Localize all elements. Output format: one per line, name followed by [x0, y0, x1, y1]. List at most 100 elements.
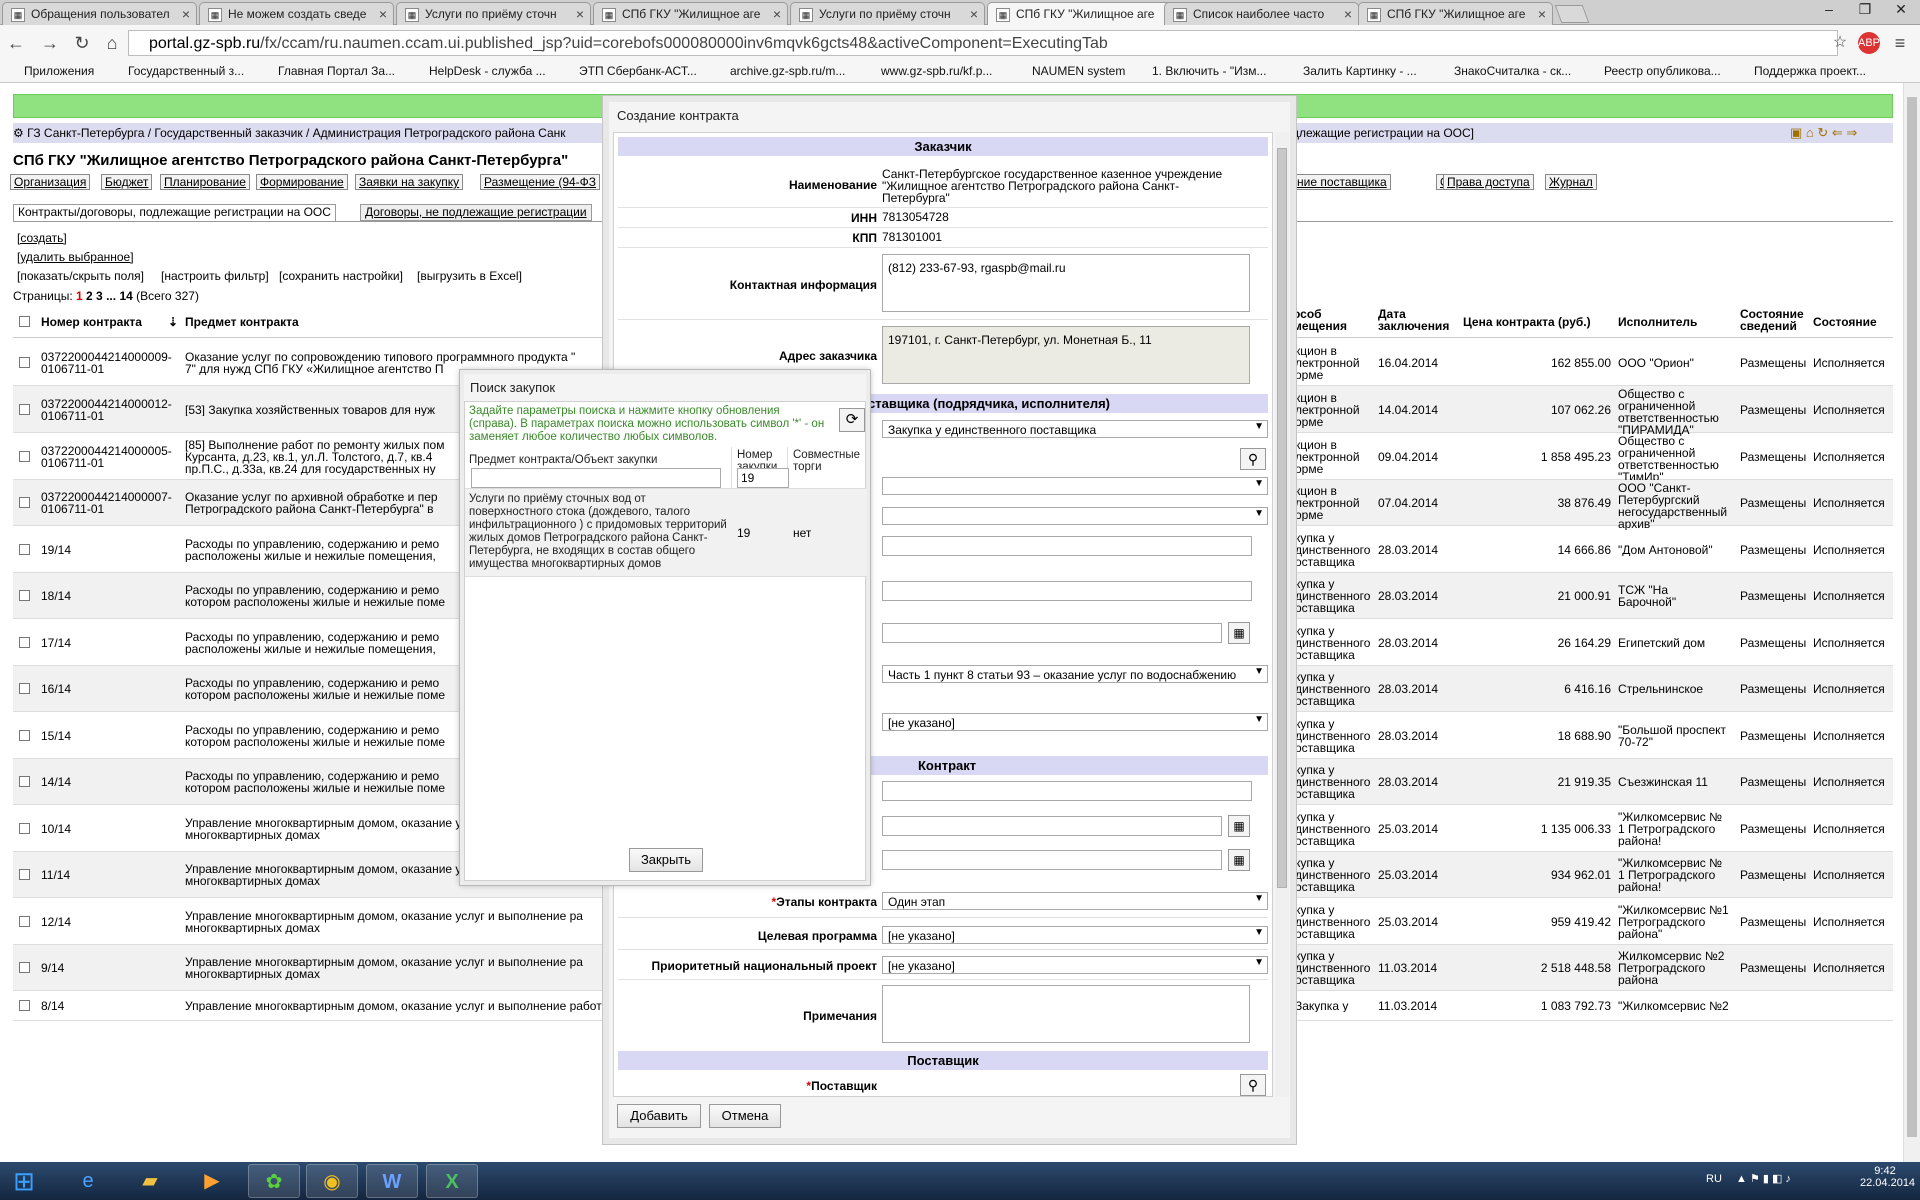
tab-contracts-non-oos[interactable]: Договоры, не подлежащие регистрации	[360, 204, 592, 221]
chrome-icon[interactable]: ◉	[306, 1164, 358, 1198]
menu-supplier[interactable]: ние поставщика	[1293, 174, 1391, 190]
scrollbar-thumb[interactable]	[1277, 148, 1287, 888]
row-checkbox[interactable]	[19, 683, 30, 694]
browser-tab-6[interactable]: ▦СПб ГКУ "Жилищное аге×	[987, 2, 1182, 26]
reload-icon[interactable]: ↻	[70, 31, 94, 55]
tray-icons[interactable]: ▲ ⚑ ▮ ◧ ♪	[1736, 1172, 1791, 1185]
bookmark-item[interactable]: Приложения	[8, 64, 94, 78]
page-scrollbar[interactable]	[1903, 83, 1920, 1162]
bookmark-item[interactable]: archive.gz-spb.ru/m...	[714, 64, 845, 78]
calendar-icon[interactable]: ▦	[1228, 622, 1250, 644]
word-icon[interactable]: W	[366, 1164, 418, 1198]
browser-tab-4[interactable]: ▦ СПб ГКУ "Жилищное аге ×	[593, 2, 788, 25]
close-tab-icon[interactable]: ×	[379, 6, 387, 22]
close-tab-icon[interactable]: ×	[1344, 6, 1352, 22]
ie-icon[interactable]: e	[62, 1164, 114, 1198]
browser-tab-2[interactable]: ▦ Не можем создать сведе ×	[199, 2, 394, 25]
text-input[interactable]	[882, 536, 1252, 556]
menu-budget[interactable]: Бюджет	[101, 174, 153, 190]
bookmark-item[interactable]: Залить Картинку - ...	[1287, 64, 1417, 78]
row-checkbox[interactable]	[19, 776, 30, 787]
col-price[interactable]: Цена контракта (руб.)	[1463, 316, 1591, 328]
export-excel-link[interactable]: [выгрузить в Excel]	[417, 269, 522, 283]
close-tab-icon[interactable]: ×	[576, 6, 584, 22]
number-search-input[interactable]	[737, 468, 789, 488]
close-tab-icon[interactable]: ×	[773, 6, 781, 22]
col-method[interactable]: особ мещения	[1293, 308, 1347, 332]
row-checkbox[interactable]	[19, 356, 30, 368]
text-input[interactable]	[882, 781, 1252, 801]
back-icon[interactable]: ←	[4, 31, 28, 55]
cancel-button[interactable]: Отмена	[709, 1104, 781, 1128]
bookmark-item[interactable]: Главная Портал За...	[262, 64, 395, 78]
menu-forming[interactable]: Формирование	[256, 174, 348, 190]
close-button[interactable]: Закрыть	[629, 848, 703, 872]
row-checkbox[interactable]	[19, 590, 30, 601]
excel-icon[interactable]: X	[426, 1164, 478, 1198]
forward-icon[interactable]: →	[38, 31, 62, 55]
bookmark-item[interactable]: ЭТП Сбербанк-АСТ...	[563, 64, 697, 78]
row-checkbox[interactable]	[19, 450, 30, 462]
clock[interactable]: 9:42 22.04.2014	[1860, 1165, 1915, 1189]
media-player-icon[interactable]: ▶	[186, 1164, 238, 1198]
breadcrumb[interactable]: ⚙ ГЗ Санкт-Петербурга / Государственный …	[13, 126, 566, 140]
browser-tab-7[interactable]: ▦ Список наиболее часто ×	[1164, 2, 1359, 25]
bookmark-star-icon[interactable]: ☆	[1828, 31, 1852, 55]
save-settings-link[interactable]: [сохранить настройки]	[279, 269, 403, 283]
add-button[interactable]: Добавить	[617, 1104, 701, 1128]
menu-purchase-requests[interactable]: Заявки на закупку	[355, 174, 464, 190]
create-link[interactable]: [создать]	[17, 231, 67, 245]
result-row[interactable]: Услуги по приёму сточных вод от поверхно…	[465, 488, 867, 577]
tab-contracts-oos[interactable]: Контракты/договоры, подлежащие регистрац…	[13, 204, 336, 221]
browser-tab-8[interactable]: ▦ СПб ГКУ "Жилищное аге ×	[1358, 2, 1553, 25]
new-tab-button[interactable]	[1554, 5, 1590, 23]
col-number[interactable]: Номер контракта	[41, 316, 142, 328]
select-field[interactable]: ▼	[882, 477, 1268, 495]
col-subject[interactable]: Предмет контракта	[185, 316, 299, 328]
filter-settings-link[interactable]: [настроить фильтр]	[161, 269, 269, 283]
row-checkbox[interactable]	[19, 915, 30, 927]
menu-access-rights[interactable]: Права доступа	[1443, 174, 1534, 190]
bookmark-item[interactable]: www.gz-spb.ru/kf.p...	[865, 64, 992, 78]
show-hide-fields-link[interactable]: [показать/скрыть поля]	[17, 269, 144, 283]
contact-textarea[interactable]: (812) 233-67-93, rgaspb@mail.ru	[882, 254, 1250, 312]
bookmark-item[interactable]: 1. Включить - "Изм...	[1136, 64, 1266, 78]
notes-textarea[interactable]	[882, 985, 1250, 1043]
minimize-icon[interactable]: –	[1812, 0, 1846, 20]
subject-search-input[interactable]	[471, 468, 721, 488]
close-tab-icon[interactable]: ×	[1538, 6, 1546, 22]
row-checkbox[interactable]	[19, 497, 30, 508]
dialog-scrollbar[interactable]	[1275, 132, 1289, 1097]
refresh-icon[interactable]: ⟳	[839, 408, 865, 432]
browser-tab-5[interactable]: ▦ Услуги по приёму сточн ×	[790, 2, 985, 25]
unspecified-select[interactable]: [не указано] ▼	[882, 713, 1268, 731]
menu-icon[interactable]: ≡	[1888, 31, 1912, 55]
row-checkbox[interactable]	[19, 822, 30, 834]
basis-select[interactable]: Часть 1 пункт 8 статьи 93 – оказание усл…	[882, 665, 1268, 683]
select-all-checkbox[interactable]	[19, 316, 30, 327]
row-checkbox[interactable]	[19, 869, 30, 880]
close-tab-icon[interactable]: ×	[182, 6, 190, 22]
program-select[interactable]: [не указано] ▼	[882, 926, 1268, 944]
calendar-icon[interactable]: ▦	[1228, 815, 1250, 837]
sort-icon[interactable]: ⇣	[168, 316, 178, 328]
project-select[interactable]: [не указано] ▼	[882, 956, 1268, 974]
bookmark-item[interactable]: NAUMEN system	[1016, 64, 1125, 78]
date-input[interactable]	[882, 623, 1222, 643]
bookmark-item[interactable]: HelpDesk - служба ...	[413, 64, 546, 78]
bookmark-item[interactable]: Поддержка проект...	[1738, 64, 1866, 78]
start-button[interactable]: ⊞	[2, 1164, 46, 1198]
browser-tab-3[interactable]: ▦ Услуги по приёму сточн ×	[396, 2, 591, 25]
col-date[interactable]: Дата заключения	[1378, 308, 1449, 332]
row-checkbox[interactable]	[19, 1000, 30, 1011]
search-icon[interactable]: ⚲	[1240, 1074, 1266, 1096]
search-icon[interactable]: ⚲	[1240, 448, 1266, 470]
adblock-icon[interactable]: ABP	[1858, 32, 1880, 54]
date-input[interactable]	[882, 816, 1222, 836]
row-checkbox[interactable]	[19, 729, 30, 741]
row-checkbox[interactable]	[19, 962, 30, 973]
scrollbar-thumb[interactable]	[1907, 97, 1917, 1137]
nav-icons[interactable]: ▣ ⌂ ↻ ⇐ ⇒	[1790, 125, 1857, 141]
explorer-icon[interactable]: ▰	[124, 1164, 176, 1198]
date-input[interactable]	[882, 850, 1222, 870]
